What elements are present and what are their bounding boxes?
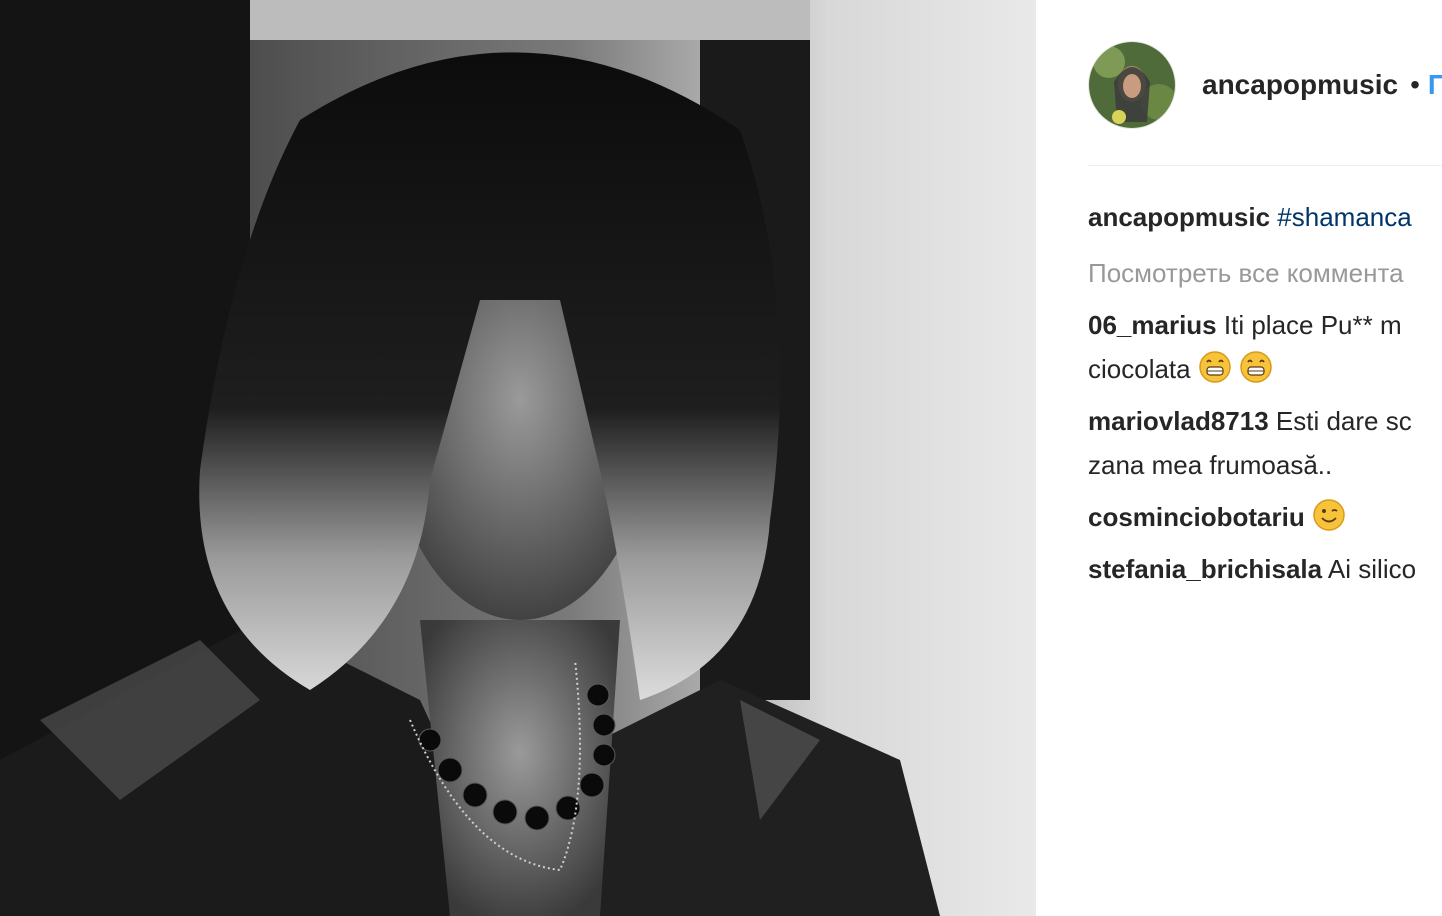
comment-username[interactable]: stefania_brichisala: [1088, 554, 1322, 584]
grinning-face-icon: [1239, 350, 1273, 384]
follow-button[interactable]: П: [1428, 69, 1442, 101]
grinning-face-icon: [1198, 350, 1232, 384]
separator-dot: •: [1410, 69, 1420, 100]
comment-row: 06_marius Iti place Pu** m: [1088, 303, 1442, 347]
comments-section: ancapopmusic #shamanca Посмотреть все ко…: [1088, 195, 1442, 591]
comment-text: Esti dare sc: [1275, 406, 1412, 436]
view-all-comments-link[interactable]: Посмотреть все коммента: [1088, 251, 1442, 295]
comment-text: Iti place Pu** m: [1223, 310, 1402, 340]
header-divider: [1088, 165, 1442, 166]
comment-continuation: ciocolata: [1088, 347, 1442, 391]
comment-row: mariovlad8713 Esti dare sc: [1088, 399, 1442, 443]
header-username[interactable]: ancapopmusic: [1202, 69, 1398, 101]
portrait-image: [0, 0, 1036, 916]
comment-continuation: zana mea frumoasă..: [1088, 443, 1442, 487]
comment-username[interactable]: cosminciobotariu: [1088, 502, 1305, 532]
comment-text-continued: ciocolata: [1088, 354, 1191, 384]
comment-row: stefania_brichisala Ai silico: [1088, 547, 1442, 591]
comment-username[interactable]: 06_marius: [1088, 310, 1217, 340]
comment-text-continued: zana mea frumoasă..: [1088, 450, 1333, 480]
caption-row: ancapopmusic #shamanca: [1088, 195, 1442, 239]
post-header: ancapopmusic • П: [1088, 40, 1442, 130]
caption-username[interactable]: ancapopmusic: [1088, 202, 1270, 232]
post-photo[interactable]: [0, 0, 1036, 916]
avatar[interactable]: [1088, 41, 1176, 129]
avatar-image: [1089, 42, 1175, 128]
post-sidebar: ancapopmusic • П ancapopmusic #shamanca …: [1036, 0, 1442, 916]
caption-hashtag[interactable]: #shamanca: [1277, 202, 1411, 232]
comment-text: Ai silico: [1327, 554, 1417, 584]
comment-username[interactable]: mariovlad8713: [1088, 406, 1269, 436]
winking-face-icon: [1312, 498, 1346, 532]
comment-row: cosminciobotariu: [1088, 495, 1442, 539]
